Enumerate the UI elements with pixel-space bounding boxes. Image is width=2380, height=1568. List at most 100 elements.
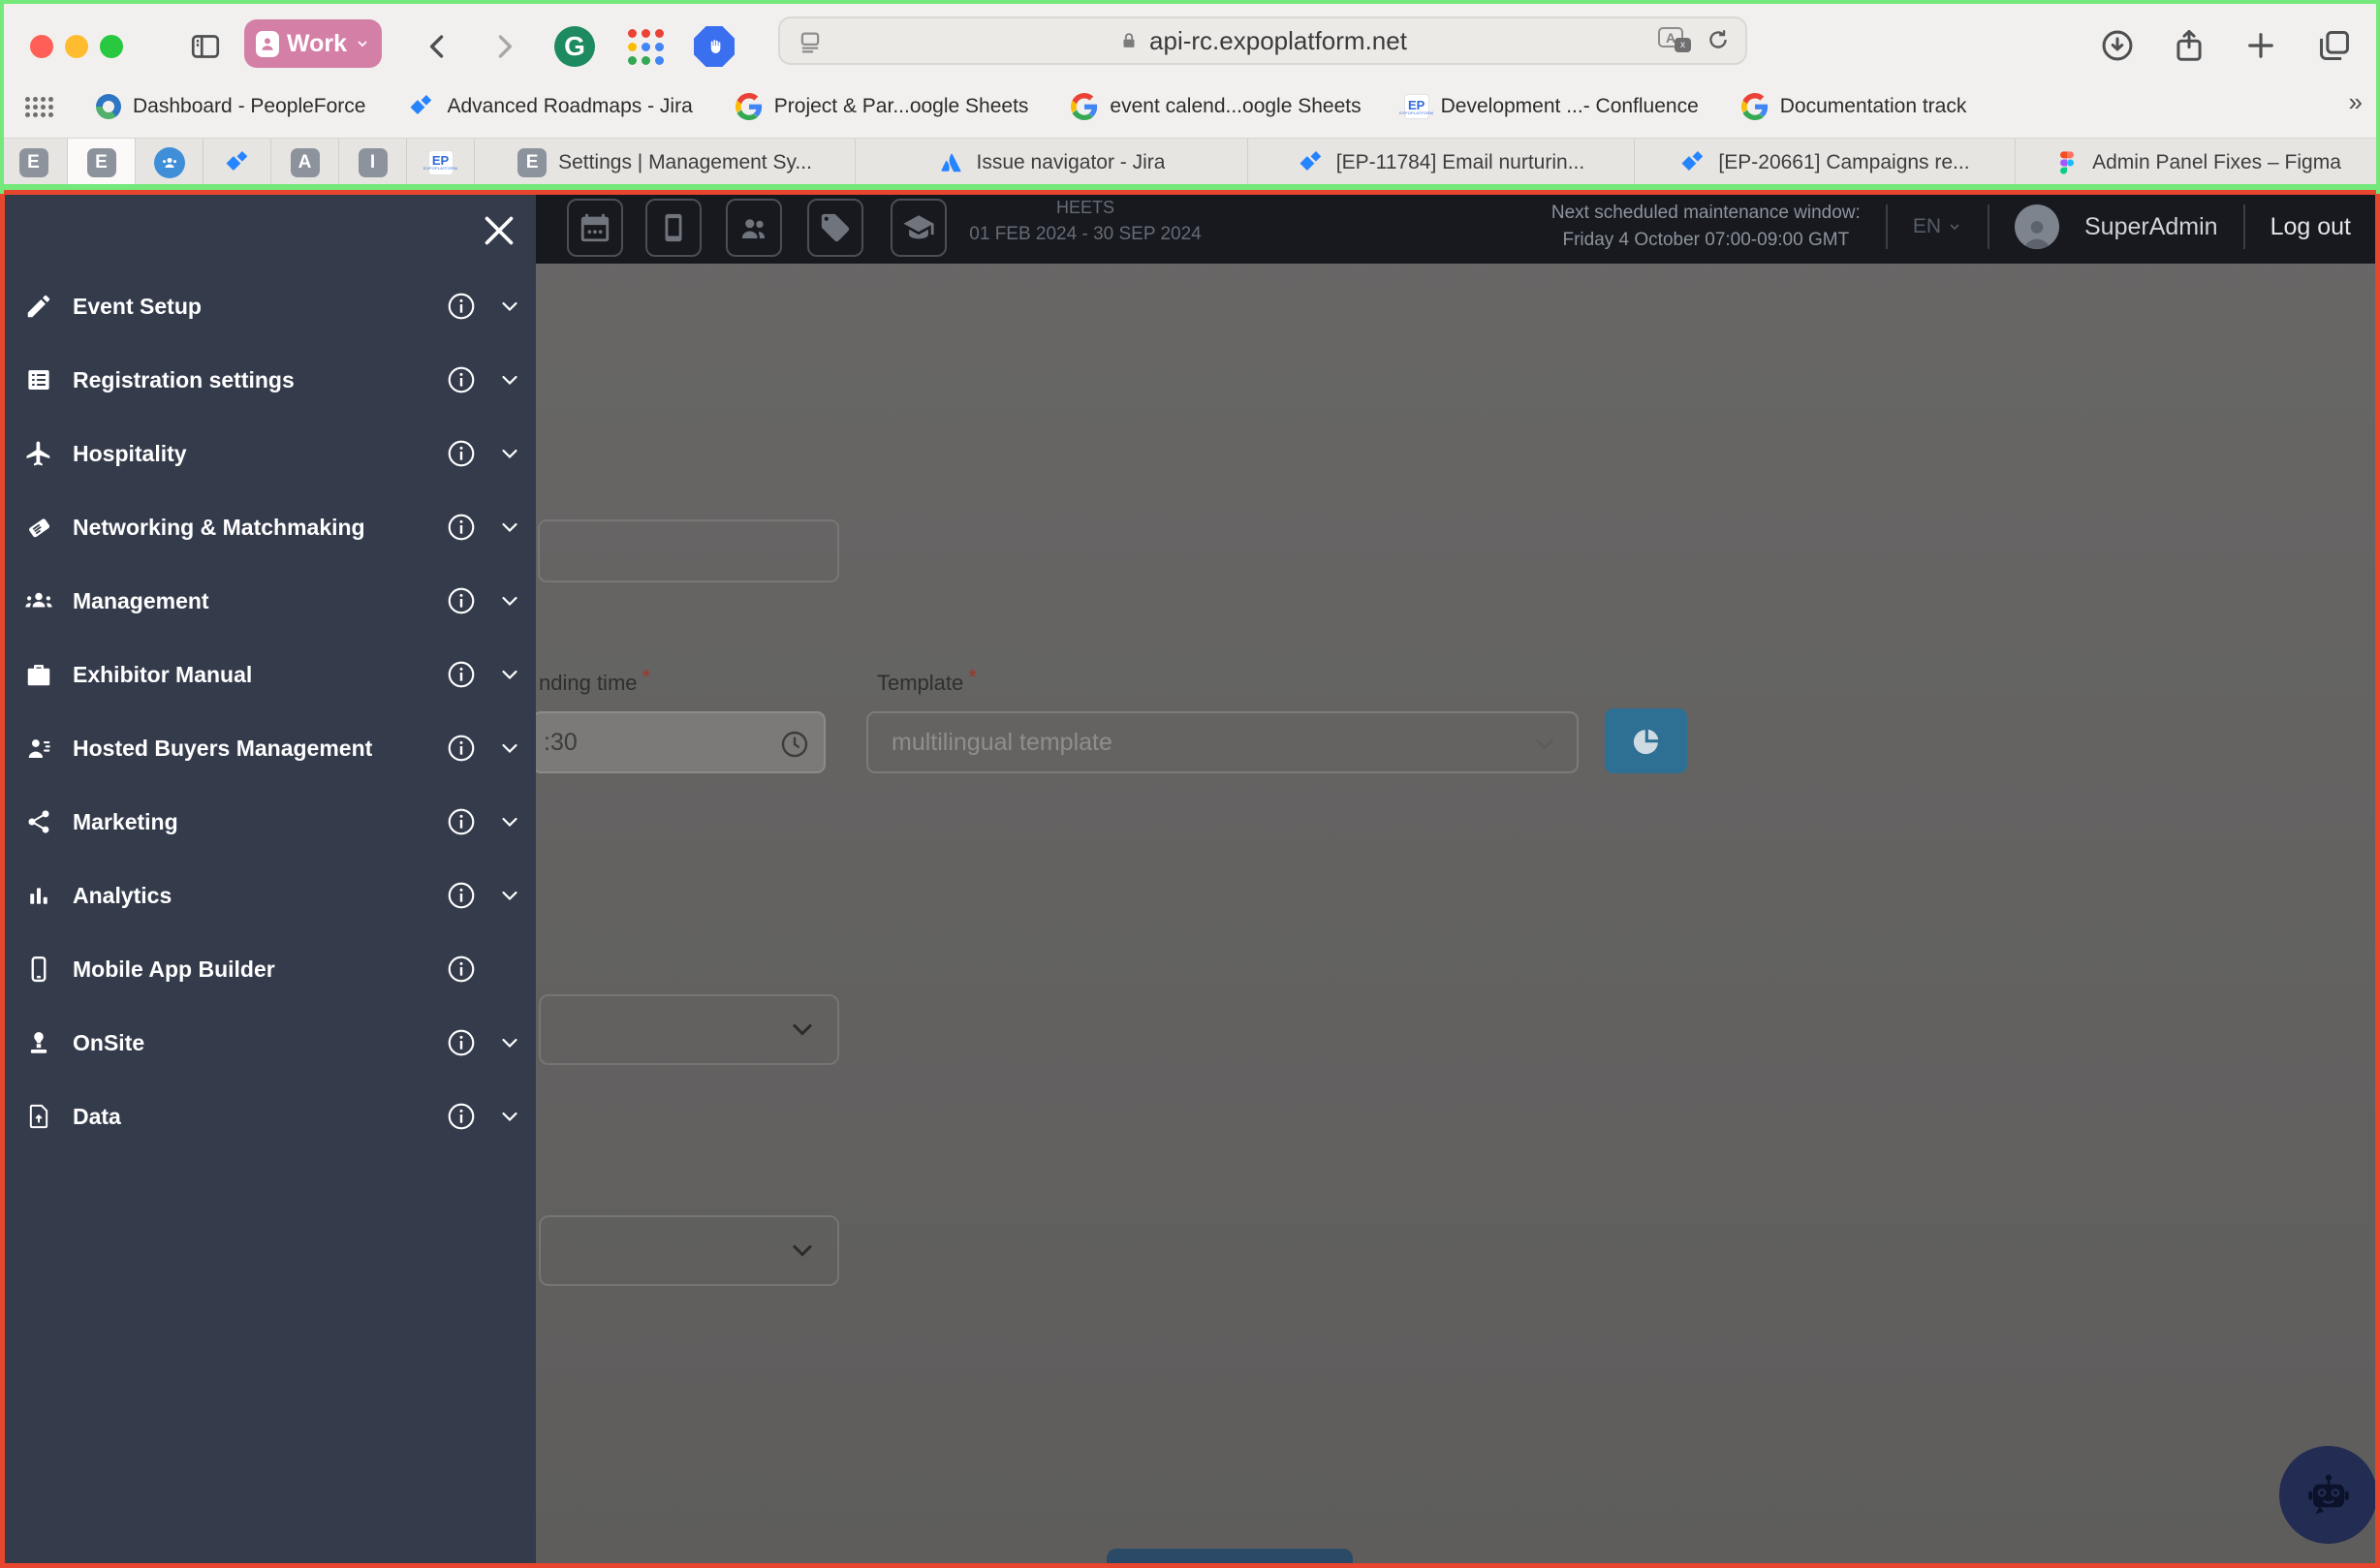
window-minimize-button[interactable] xyxy=(65,35,88,58)
address-bar[interactable]: api-rc.expoplatform.net Ax xyxy=(778,16,1747,65)
bookmarks-overflow-icon[interactable]: » xyxy=(2349,87,2363,117)
tab-issue-navigator[interactable]: Issue navigator - Jira xyxy=(856,139,1248,186)
save-button-partial[interactable] xyxy=(1107,1549,1353,1568)
share-button[interactable] xyxy=(2169,25,2209,66)
sidebar-item-label: Mobile App Builder xyxy=(73,956,275,983)
info-icon[interactable] xyxy=(446,364,477,395)
bookmark-event-calendar[interactable]: event calend...oogle Sheets xyxy=(1071,93,1361,120)
reader-view-icon[interactable] xyxy=(796,28,825,57)
sidebar-item-networking-matchmaking[interactable]: Networking & Matchmaking xyxy=(0,504,536,550)
window-close-button[interactable] xyxy=(30,35,53,58)
sidebar-item-registration-settings[interactable]: Registration settings xyxy=(0,357,536,403)
sidebar-item-management[interactable]: Management xyxy=(0,578,536,624)
translate-icon[interactable]: Ax xyxy=(1658,27,1691,52)
bookmark-documentation-track[interactable]: Documentation track xyxy=(1741,93,1967,120)
pinned-tab-4[interactable] xyxy=(204,139,271,186)
info-icon[interactable] xyxy=(446,1027,477,1058)
chevron-down-icon[interactable] xyxy=(498,368,521,392)
tab-strip: E E A I EPEXPOPLATFORM E Settings | Mana… xyxy=(0,138,2380,186)
back-button[interactable] xyxy=(419,27,457,66)
chatbot-button[interactable] xyxy=(2279,1446,2377,1544)
info-icon[interactable] xyxy=(446,438,477,469)
select-field-1[interactable] xyxy=(539,994,839,1065)
bookmark-dashboard-peopleforce[interactable]: Dashboard - PeopleForce xyxy=(96,94,365,119)
forward-button[interactable] xyxy=(485,27,523,66)
chevron-down-icon[interactable] xyxy=(498,295,521,318)
sidebar-item-onsite[interactable]: OnSite xyxy=(0,1019,536,1066)
chevron-down-icon[interactable] xyxy=(498,1105,521,1128)
sidebar-item-analytics[interactable]: Analytics xyxy=(0,872,536,919)
tab-ep-20661[interactable]: [EP-20661] Campaigns re... xyxy=(1635,139,2016,186)
chevron-down-icon[interactable] xyxy=(498,589,521,612)
bookmark-advanced-roadmaps[interactable]: Advanced Roadmaps - Jira xyxy=(408,93,692,120)
pinned-tab-2-active[interactable]: E xyxy=(68,139,136,186)
sidebar-item-label: Hosted Buyers Management xyxy=(73,736,372,762)
chevron-down-icon[interactable] xyxy=(498,442,521,465)
chevron-down-icon[interactable] xyxy=(498,737,521,760)
avatar[interactable] xyxy=(2015,204,2059,249)
reload-icon[interactable] xyxy=(1705,26,1732,53)
google-logo xyxy=(1741,93,1769,120)
language-selector[interactable]: EN xyxy=(1913,215,1962,238)
pinned-tab-6[interactable]: I xyxy=(339,139,407,186)
pie-chart-button[interactable] xyxy=(1605,708,1687,773)
sidebar-item-hospitality[interactable]: Hospitality xyxy=(0,430,536,477)
info-icon[interactable] xyxy=(446,659,477,690)
new-tab-button[interactable] xyxy=(2240,25,2281,66)
chevron-down-icon[interactable] xyxy=(498,663,521,686)
pinned-tab-7[interactable]: EPEXPOPLATFORM xyxy=(407,139,475,186)
sidebar-item-marketing[interactable]: Marketing xyxy=(0,799,536,845)
info-icon[interactable] xyxy=(446,1101,477,1132)
info-icon[interactable] xyxy=(446,880,477,911)
sidebar-item-hosted-buyers[interactable]: Hosted Buyers Management xyxy=(0,725,536,771)
tab-figma[interactable]: Admin Panel Fixes – Figma xyxy=(2016,139,2380,186)
info-icon[interactable] xyxy=(446,291,477,322)
pinned-tab-3[interactable] xyxy=(136,139,204,186)
downloads-button[interactable] xyxy=(2097,25,2138,66)
mobile-toolbar-button[interactable] xyxy=(645,199,702,257)
sidebar-item-event-setup[interactable]: Event Setup xyxy=(0,283,536,329)
window-zoom-button[interactable] xyxy=(100,35,123,58)
sidebar-toggle-icon[interactable] xyxy=(186,27,225,66)
grammarly-extension-icon[interactable]: G xyxy=(554,26,595,67)
education-toolbar-button[interactable] xyxy=(891,199,947,257)
chevron-down-icon[interactable] xyxy=(498,1031,521,1054)
chevron-down-icon[interactable] xyxy=(498,810,521,833)
text-input-empty[interactable] xyxy=(538,519,839,582)
browser-chrome: Work G api-rc.expoplatform.net xyxy=(0,0,2380,190)
navigation-drawer: Event Setup Registration settings Hospit… xyxy=(0,190,536,1568)
sidebar-item-mobile-app-builder[interactable]: Mobile App Builder xyxy=(0,946,536,992)
adblock-extension-icon[interactable] xyxy=(694,26,735,67)
info-icon[interactable] xyxy=(446,806,477,837)
sending-time-input[interactable]: :30 xyxy=(532,711,826,773)
pinned-tab-1[interactable]: E xyxy=(0,139,68,186)
info-icon[interactable] xyxy=(446,585,477,616)
tag-toolbar-button[interactable] xyxy=(807,199,863,257)
info-icon[interactable] xyxy=(446,512,477,543)
calendar-toolbar-button[interactable] xyxy=(567,199,623,257)
tab-ep-11784[interactable]: [EP-11784] Email nurturin... xyxy=(1248,139,1635,186)
logout-button[interactable]: Log out xyxy=(2270,213,2351,241)
people-toolbar-button[interactable] xyxy=(726,199,782,257)
user-name[interactable]: SuperAdmin xyxy=(2084,213,2218,241)
info-icon[interactable] xyxy=(446,733,477,764)
chevron-down-icon[interactable] xyxy=(498,884,521,907)
template-select[interactable]: multilingual template xyxy=(866,711,1579,773)
briefcase-icon xyxy=(21,657,56,692)
chevron-down-icon[interactable] xyxy=(498,516,521,539)
peopleforce-logo xyxy=(96,94,121,119)
bookmark-development-confluence[interactable]: EPEXPOPLATFORM Development ...- Confluen… xyxy=(1404,94,1699,119)
letter-e-favicon: E xyxy=(19,148,48,177)
google-apps-extension-icon[interactable] xyxy=(628,29,665,66)
bookmark-project-sheets[interactable]: Project & Par...oogle Sheets xyxy=(736,93,1029,120)
tab-settings-management[interactable]: E Settings | Management Sy... xyxy=(475,139,856,186)
tab-overview-button[interactable] xyxy=(2314,25,2355,66)
pinned-tab-5[interactable]: A xyxy=(271,139,339,186)
bookmarks-grid-icon[interactable] xyxy=(25,97,53,117)
sidebar-item-data[interactable]: Data xyxy=(0,1093,536,1140)
sidebar-item-exhibitor-manual[interactable]: Exhibitor Manual xyxy=(0,651,536,698)
tab-group-button[interactable]: Work xyxy=(244,19,382,68)
info-icon[interactable] xyxy=(446,954,477,985)
select-field-2[interactable] xyxy=(539,1215,839,1286)
close-drawer-button[interactable] xyxy=(478,209,520,252)
